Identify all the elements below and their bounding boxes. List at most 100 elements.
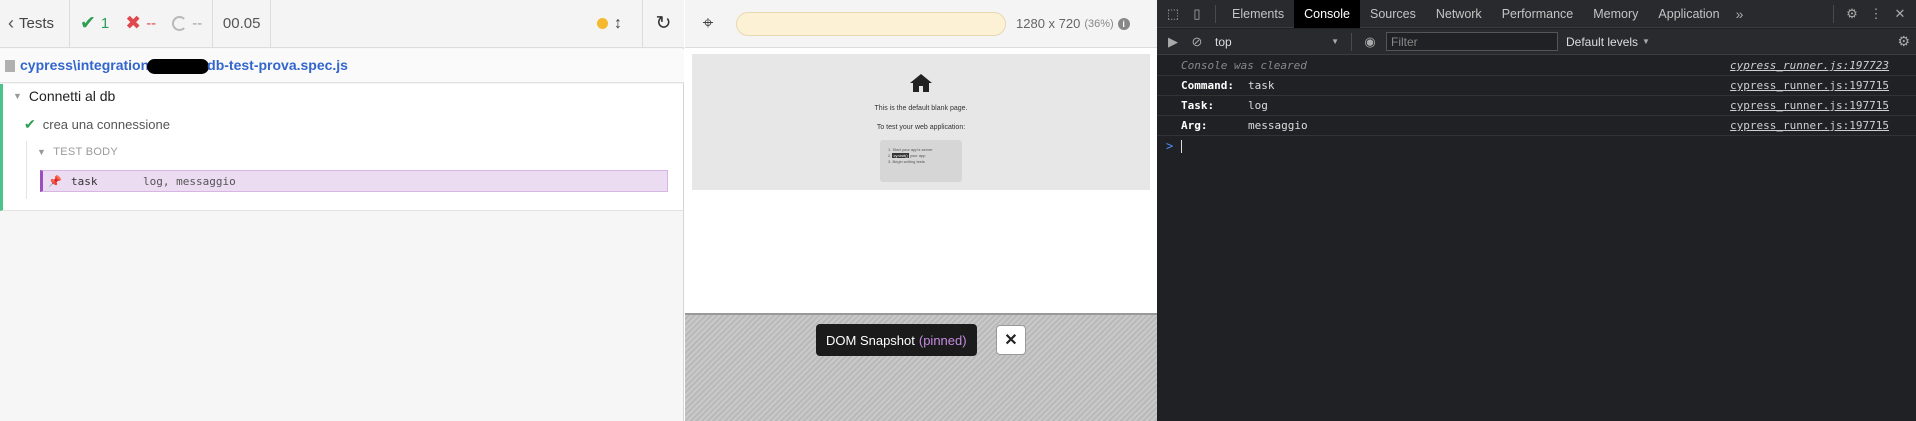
devtools-tabbar: ⬚ ▯ Elements Console Sources Network Per… <box>1157 0 1916 28</box>
viewport-size: 1280 x 720 <box>1016 16 1081 31</box>
snapshot-area: DOM Snapshot (pinned) ✕ <box>685 313 1157 421</box>
command-message: log, messaggio <box>143 174 236 188</box>
console-settings-gear-icon[interactable]: ⚙ <box>1897 33 1910 50</box>
reload-icon: ↻ <box>655 13 672 34</box>
console-output: Console was cleared cypress_runner.js:19… <box>1157 56 1916 421</box>
prompt-chevron-icon: > <box>1166 139 1174 153</box>
suite-title: Connetti al db <box>28 88 116 104</box>
failed-stat: ✖ -- <box>125 12 156 35</box>
console-key: Task: <box>1181 99 1215 112</box>
inspect-element-icon[interactable]: ⬚ <box>1161 0 1185 28</box>
reporter-panel: ‹ Tests ✔ 1 ✖ -- -- 00.05 ↕ ↻ cypress\in… <box>0 0 684 421</box>
expand-collapse-icon[interactable]: ↕ <box>614 15 622 33</box>
rerun-button[interactable]: ↻ <box>642 0 684 48</box>
pin-icon: 📌 <box>48 174 62 188</box>
failed-count: -- <box>146 15 157 32</box>
sidebar-toggle-icon[interactable]: ▶ <box>1161 28 1185 56</box>
viewport-info[interactable]: 1280 x 720 (36%) i <box>1016 16 1130 31</box>
device-toolbar-icon[interactable]: ▯ <box>1185 0 1209 28</box>
file-icon <box>5 59 15 72</box>
devtools-panel: ⬚ ▯ Elements Console Sources Network Per… <box>1157 0 1916 421</box>
test-body-toggle[interactable]: ▼ TEST BODY <box>37 146 118 158</box>
info-icon: i <box>1117 17 1130 30</box>
tests-back-button[interactable]: ‹ Tests <box>0 0 70 48</box>
console-value: task <box>1248 79 1275 92</box>
test-row[interactable]: ✔ crea una connessione <box>24 116 170 133</box>
command-row[interactable]: 📌 task log, messaggio <box>40 170 668 192</box>
spec-path-bar: cypress\integration db-test-prova.spec.js <box>0 49 684 83</box>
clear-console-icon[interactable]: ⊘ <box>1185 28 1209 56</box>
console-row: Console was cleared cypress_runner.js:19… <box>1157 56 1916 76</box>
aut-iframe: This is the default blank page. To test … <box>685 48 1157 313</box>
console-cleared-text: Console was cleared <box>1181 59 1307 72</box>
console-row: Command: task cypress_runner.js:197715 <box>1157 76 1916 96</box>
console-key: Command: <box>1181 79 1234 92</box>
tab-application[interactable]: Application <box>1648 0 1729 28</box>
chevron-left-icon: ‹ <box>8 13 14 33</box>
aut-panel: ⌖ 1280 x 720 (36%) i This is the default… <box>685 0 1157 421</box>
reporter-header: ‹ Tests ✔ 1 ✖ -- -- 00.05 ↕ ↻ <box>0 0 684 48</box>
blank-page: This is the default blank page. To test … <box>692 54 1150 190</box>
blank-step: 3. Begin writing tests <box>888 159 925 164</box>
tab-sources[interactable]: Sources <box>1360 0 1426 28</box>
divider <box>1351 32 1352 51</box>
url-input[interactable] <box>736 11 1006 36</box>
x-icon: ✖ <box>125 13 142 34</box>
filter-input[interactable]: Filter <box>1386 32 1558 51</box>
runnable-tree: ▼ Connetti al db ✔ crea una connessione … <box>0 84 683 211</box>
console-toolbar: ▶ ⊘ top ▼ ◉ Filter Default levels ▼ ⚙ <box>1157 29 1916 55</box>
caret-down-icon: ▼ <box>37 147 47 157</box>
test-title: crea una connessione <box>42 117 170 132</box>
test-body-label: TEST BODY <box>53 146 119 158</box>
console-prompt[interactable]: > <box>1157 136 1916 156</box>
more-tabs-icon[interactable]: » <box>1730 6 1750 22</box>
tab-elements[interactable]: Elements <box>1222 0 1294 28</box>
context-select[interactable]: top ▼ <box>1209 32 1345 52</box>
tab-console[interactable]: Console <box>1294 0 1360 28</box>
aut-header: ⌖ 1280 x 720 (36%) i <box>685 0 1157 48</box>
console-source-link[interactable]: cypress_runner.js:197715 <box>1730 79 1889 92</box>
tab-performance[interactable]: Performance <box>1492 0 1584 28</box>
crosshair-icon: ⌖ <box>702 12 714 34</box>
status-dot-icon <box>597 18 608 29</box>
eye-icon[interactable]: ◉ <box>1358 28 1382 56</box>
caret-down-icon: ▼ <box>1642 37 1650 46</box>
console-key: Arg: <box>1181 119 1208 132</box>
blank-step-code: cy.visit() <box>892 153 909 158</box>
blank-subtitle: To test your web application: <box>876 124 966 131</box>
close-snapshot-button[interactable]: ✕ <box>996 325 1026 355</box>
console-value: log <box>1248 99 1268 112</box>
passed-stat: ✔ 1 <box>80 12 109 35</box>
caret-down-icon: ▼ <box>1331 37 1339 46</box>
gear-icon[interactable]: ⚙ <box>1840 0 1864 28</box>
snapshot-pinned: (pinned) <box>918 332 967 348</box>
command-name: task <box>71 174 98 188</box>
close-icon[interactable]: ✕ <box>1888 0 1912 28</box>
log-levels-select[interactable]: Default levels ▼ <box>1566 35 1650 49</box>
test-body-block: ▼ TEST BODY 📌 task log, messaggio <box>26 141 668 199</box>
tests-label: Tests <box>19 15 55 32</box>
pending-count: -- <box>192 15 203 32</box>
console-source-link[interactable]: cypress_runner.js:197723 <box>1730 59 1889 72</box>
spec-path-prefix: cypress\integration <box>20 57 150 74</box>
context-value: top <box>1215 34 1232 49</box>
home-icon <box>910 74 932 92</box>
pending-stat: -- <box>172 15 202 32</box>
console-source-link[interactable]: cypress_runner.js:197715 <box>1730 99 1889 112</box>
snapshot-label: DOM Snapshot <box>826 332 915 348</box>
console-row: Arg: messaggio cypress_runner.js:197715 <box>1157 116 1916 136</box>
tab-memory[interactable]: Memory <box>1583 0 1648 28</box>
text-cursor <box>1181 139 1183 153</box>
blank-step-text: your app <box>909 153 926 158</box>
pending-spinner-icon <box>172 16 188 31</box>
console-source-link[interactable]: cypress_runner.js:197715 <box>1730 119 1889 132</box>
kebab-menu-icon[interactable]: ⋮ <box>1864 0 1888 28</box>
suite-row[interactable]: ▼ Connetti al db <box>13 88 115 104</box>
selector-playground-button[interactable]: ⌖ <box>685 0 731 48</box>
console-value: messaggio <box>1248 119 1308 132</box>
spec-path[interactable]: cypress\integration db-test-prova.spec.js <box>20 57 348 74</box>
caret-down-icon: ▼ <box>13 91 22 101</box>
redaction-mark <box>147 58 210 74</box>
blank-title: This is the default blank page. <box>874 105 968 112</box>
tab-network[interactable]: Network <box>1426 0 1492 28</box>
